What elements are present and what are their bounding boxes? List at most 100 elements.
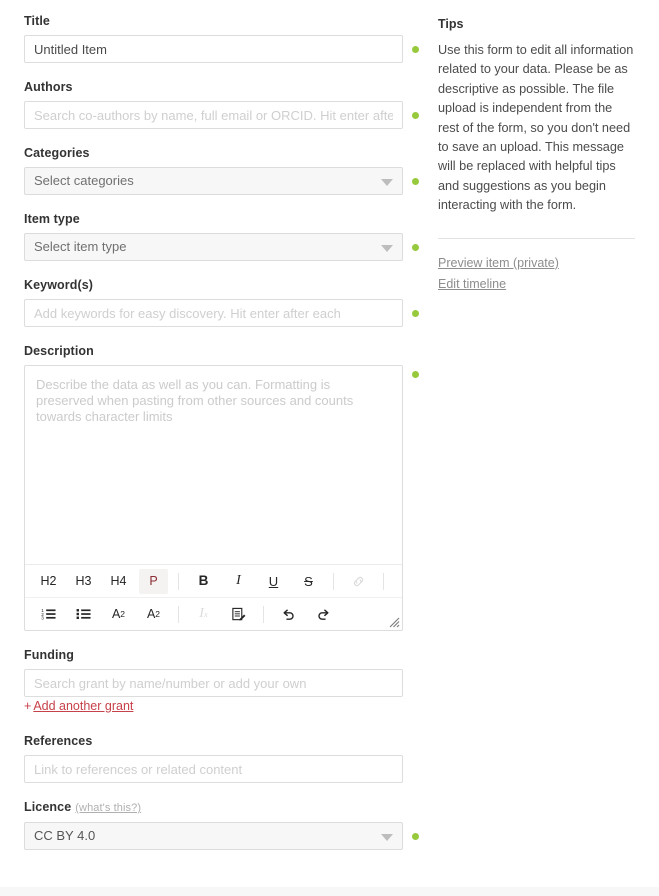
keywords-status-dot: [412, 310, 419, 317]
preview-item-link[interactable]: Preview item (private): [438, 253, 635, 273]
heading-4-button[interactable]: H4: [104, 569, 133, 594]
underline-label: U: [268, 573, 279, 589]
references-input-row: [24, 755, 430, 783]
item-type-status-dot: [412, 244, 419, 251]
authors-label: Authors: [24, 80, 73, 94]
item-type-label: Item type: [24, 212, 80, 226]
superscript-sup: 2: [155, 608, 161, 619]
description-status-dot: [412, 371, 419, 378]
heading-4-label: H4: [110, 573, 127, 588]
licence-label: Licence (what's this?): [24, 800, 430, 816]
funding-input-row: [24, 669, 430, 697]
toolbar-separator: [178, 572, 179, 590]
field-references: References: [24, 734, 430, 783]
superscript-label: A: [146, 606, 156, 621]
categories-select-value: Select categories: [34, 173, 134, 188]
italic-label: I: [236, 573, 241, 588]
field-keywords: Keyword(s): [24, 278, 430, 327]
licence-input-row: CC BY 4.0: [24, 822, 430, 850]
funding-label: Funding: [24, 648, 74, 662]
description-label: Description: [24, 344, 94, 358]
description-textarea[interactable]: Describe the data as well as you can. Fo…: [25, 366, 402, 564]
bold-label: B: [198, 573, 209, 589]
subscript-sub: 2: [120, 608, 126, 619]
authors-input[interactable]: [24, 101, 403, 129]
chevron-down-icon: [381, 179, 393, 186]
subscript-button[interactable]: A2: [104, 602, 133, 627]
licence-whats-this-link[interactable]: (what's this?): [75, 802, 141, 814]
authors-status-dot: [412, 112, 419, 119]
strikethrough-label: S: [304, 573, 313, 589]
clear-formatting-button: Ix: [189, 602, 218, 627]
page-layout: Title Authors Categories Sel: [0, 0, 659, 867]
description-editor-wrap: Describe the data as well as you can. Fo…: [24, 365, 430, 631]
bold-button[interactable]: B: [189, 569, 218, 594]
chevron-down-icon: [381, 245, 393, 252]
field-licence: Licence (what's this?) CC BY 4.0: [24, 800, 430, 850]
field-funding: Funding +Add another grant: [24, 648, 430, 715]
field-item-type: Item type Select item type: [24, 212, 430, 261]
svg-text:3: 3: [41, 615, 44, 620]
toolbar-separator: [178, 605, 179, 623]
tips-body: Use this form to edit all information re…: [438, 43, 634, 213]
editor-toolbar-row-2: 123A2A2Ix: [25, 597, 402, 630]
edit-timeline-link[interactable]: Edit timeline: [438, 274, 635, 294]
licence-select-value: CC BY 4.0: [34, 828, 96, 843]
toolbar-separator: [333, 572, 334, 590]
italic-button[interactable]: I: [224, 569, 253, 594]
keywords-input-row: [24, 299, 430, 327]
keywords-input[interactable]: [24, 299, 403, 327]
keywords-label: Keyword(s): [24, 278, 94, 292]
item-type-select[interactable]: Select item type: [24, 233, 403, 261]
superscript-button[interactable]: A2: [139, 602, 168, 627]
clear-formatting-sub: x: [203, 608, 208, 619]
licence-label-text: Licence: [24, 800, 72, 814]
ordered-list-icon[interactable]: 123: [34, 602, 63, 627]
undo-icon[interactable]: [274, 602, 303, 627]
sidebar-divider: [438, 237, 635, 239]
underline-button[interactable]: U: [259, 569, 288, 594]
link-icon: [344, 569, 373, 594]
tips-sidebar: Tips Use this form to edit all informati…: [430, 0, 659, 295]
undo-glyph: [281, 607, 296, 622]
redo-icon[interactable]: [309, 602, 338, 627]
page-bottom-band: [0, 887, 659, 896]
description-placeholder: Describe the data as well as you can. Fo…: [36, 377, 354, 424]
references-input[interactable]: [24, 755, 403, 783]
resize-handle-icon[interactable]: [387, 615, 400, 628]
title-label: Title: [24, 14, 50, 28]
title-status-dot: [412, 46, 419, 53]
add-another-grant-link[interactable]: + Add another grant: [24, 699, 133, 713]
item-edit-page: Title Authors Categories Sel: [0, 0, 659, 896]
plus-icon: +: [24, 699, 32, 713]
licence-status-dot: [412, 833, 419, 840]
add-another-grant-label: Add another grant: [33, 699, 134, 713]
heading-2-button[interactable]: H2: [34, 569, 63, 594]
title-input[interactable]: [24, 35, 403, 63]
chevron-down-icon: [381, 834, 393, 841]
edit-source-icon[interactable]: [224, 602, 253, 627]
paragraph-label: P: [149, 573, 158, 588]
heading-2-label: H2: [40, 573, 57, 588]
strikethrough-button[interactable]: S: [294, 569, 323, 594]
item-type-input-row: Select item type: [24, 233, 430, 261]
licence-select[interactable]: CC BY 4.0: [24, 822, 403, 850]
authors-input-row: [24, 101, 430, 129]
heading-3-button[interactable]: H3: [69, 569, 98, 594]
subscript-label: A: [111, 606, 121, 621]
field-title: Title: [24, 14, 430, 63]
toolbar-separator: [383, 572, 384, 590]
paragraph-button[interactable]: P: [139, 568, 168, 594]
description-editor: Describe the data as well as you can. Fo…: [24, 365, 403, 631]
bullet-list-icon[interactable]: [69, 602, 98, 627]
field-categories: Categories Select categories: [24, 146, 430, 195]
title-input-row: [24, 35, 430, 63]
heading-3-label: H3: [75, 573, 92, 588]
categories-label: Categories: [24, 146, 90, 160]
field-authors: Authors: [24, 80, 430, 129]
categories-select[interactable]: Select categories: [24, 167, 403, 195]
field-description: Description Describe the data as well as…: [24, 344, 430, 631]
bullet-list-glyph: [76, 607, 91, 622]
link-glyph: [351, 574, 366, 589]
funding-input[interactable]: [24, 669, 403, 697]
